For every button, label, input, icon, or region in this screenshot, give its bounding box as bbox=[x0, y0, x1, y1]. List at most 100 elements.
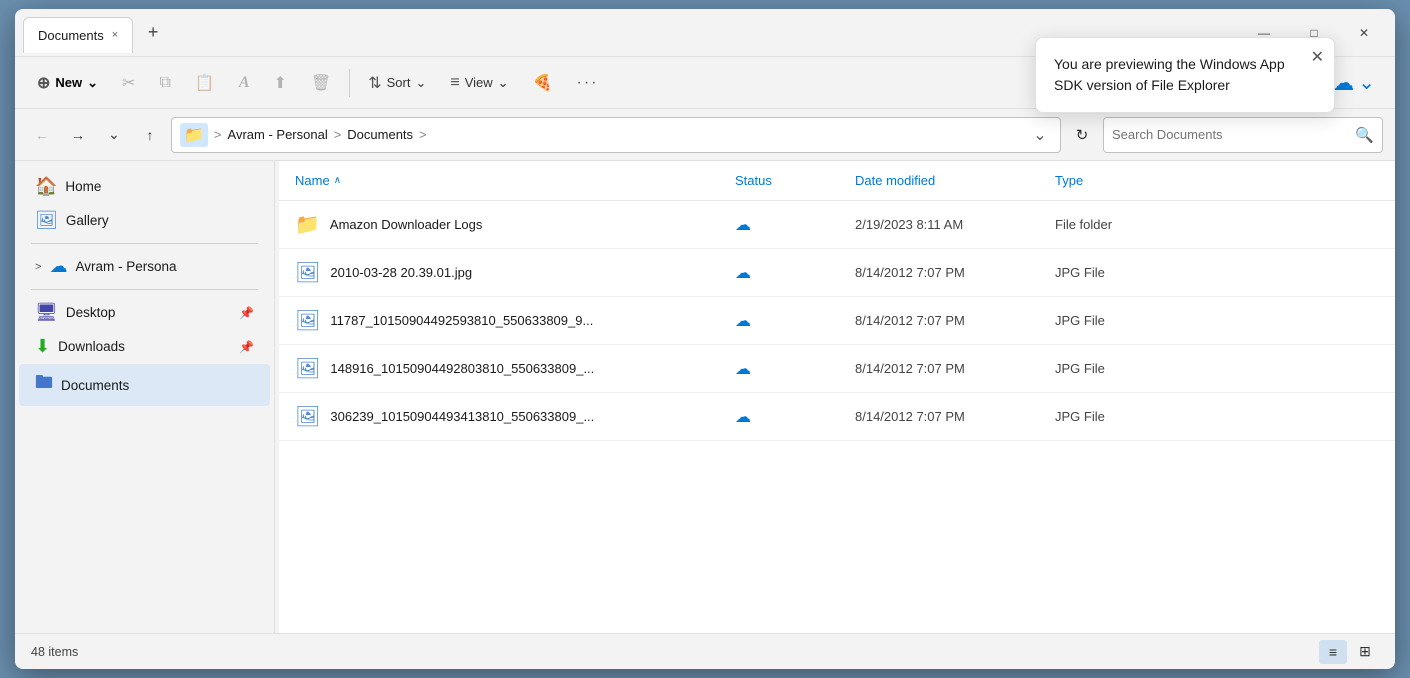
sidebar-item-avram[interactable]: > ☁ Avram - Persona bbox=[19, 250, 270, 283]
file-type: JPG File bbox=[1055, 265, 1379, 280]
search-icon[interactable]: 🔍 bbox=[1355, 126, 1374, 144]
sort-label: Sort bbox=[387, 75, 411, 90]
file-date: 8/14/2012 7:07 PM bbox=[855, 265, 1055, 280]
address-bar[interactable]: 📁 > Avram - Personal > Documents > ⌄ bbox=[171, 117, 1061, 153]
sidebar-item-downloads[interactable]: ⬇ Downloads 📌 bbox=[19, 330, 270, 363]
cloud-drive-icon: ☁ bbox=[49, 256, 67, 277]
breadcrumb-avram[interactable]: Avram - Personal bbox=[228, 127, 328, 142]
more-icon: ··· bbox=[576, 74, 598, 92]
address-dropdown-button[interactable]: ⌄ bbox=[1028, 123, 1052, 147]
item-count: 48 items bbox=[31, 645, 78, 659]
table-row[interactable]: 📁 Amazon Downloader Logs ☁ 2/19/2023 8:1… bbox=[279, 201, 1395, 249]
file-type: JPG File bbox=[1055, 313, 1379, 328]
view-label: View bbox=[465, 75, 493, 90]
file-list: 📁 Amazon Downloader Logs ☁ 2/19/2023 8:1… bbox=[279, 201, 1395, 633]
home-icon: 🏠 bbox=[35, 176, 57, 197]
search-bar: 🔍 bbox=[1103, 117, 1383, 153]
sidebar-separator-2 bbox=[31, 289, 258, 290]
file-name: Amazon Downloader Logs bbox=[330, 217, 482, 232]
sidebar-desktop-label: Desktop bbox=[66, 305, 116, 320]
sidebar-item-documents[interactable]: 🖿 Documents bbox=[19, 364, 270, 406]
image-icon: 🖼 bbox=[295, 356, 320, 381]
list-view-button[interactable]: ≡ bbox=[1319, 640, 1347, 664]
cloud-icon: ☁ bbox=[1332, 70, 1354, 96]
cloud-status-icon: ☁ bbox=[735, 263, 751, 283]
tiles-view-button[interactable]: ⊞ bbox=[1351, 640, 1379, 664]
new-tab-button[interactable]: + bbox=[137, 17, 169, 49]
rename-button[interactable]: A bbox=[229, 68, 260, 98]
cut-icon: ✂ bbox=[122, 73, 135, 93]
column-name[interactable]: Name ∧ bbox=[295, 173, 735, 188]
cloud-status-icon: ☁ bbox=[735, 359, 751, 379]
copy-button[interactable]: ⧉ bbox=[149, 68, 180, 98]
tab-close-button[interactable]: × bbox=[112, 29, 118, 41]
view-button[interactable]: ≡ View ⌄ bbox=[440, 68, 518, 98]
paste-button[interactable]: 📋 bbox=[185, 67, 225, 99]
table-row[interactable]: 🖼 11787_10150904492593810_550633809_9...… bbox=[279, 297, 1395, 345]
paste-icon: 📋 bbox=[195, 73, 215, 93]
new-dropdown-icon: ⌄ bbox=[87, 75, 98, 91]
sort-dropdown-icon: ⌄ bbox=[415, 75, 426, 91]
tree-arrow-avram: > bbox=[35, 261, 41, 273]
refresh-button[interactable]: ↻ bbox=[1067, 120, 1097, 150]
view-toggle: ≡ ⊞ bbox=[1319, 640, 1379, 664]
delete-icon: 🗑 bbox=[311, 73, 331, 93]
documents-icon: 🖿 bbox=[35, 370, 53, 400]
tooltip-close-button[interactable]: ✕ bbox=[1311, 46, 1324, 70]
sidebar-item-desktop[interactable]: 🖥 Desktop 📌 bbox=[19, 296, 270, 329]
pin-icon-desktop: 📌 bbox=[239, 306, 254, 320]
sidebar-downloads-label: Downloads bbox=[58, 339, 125, 354]
search-input[interactable] bbox=[1112, 127, 1349, 142]
pizza-icon: 🍕 bbox=[533, 73, 553, 93]
more-button[interactable]: ··· bbox=[566, 68, 608, 98]
toolbar-separator-1 bbox=[349, 69, 350, 97]
column-status[interactable]: Status bbox=[735, 173, 855, 188]
cut-button[interactable]: ✂ bbox=[112, 67, 145, 99]
column-date[interactable]: Date modified bbox=[855, 173, 1055, 188]
sidebar-item-home[interactable]: 🏠 Home bbox=[19, 170, 270, 203]
breadcrumb-sep-1: > bbox=[214, 127, 222, 142]
status-bar: 48 items ≡ ⊞ bbox=[15, 633, 1395, 669]
sidebar-item-gallery[interactable]: 🖼 Gallery bbox=[19, 204, 270, 237]
file-date: 8/14/2012 7:07 PM bbox=[855, 313, 1055, 328]
image-icon: 🖼 bbox=[295, 308, 320, 333]
history-dropdown-button[interactable]: ⌄ bbox=[99, 120, 129, 150]
sort-button[interactable]: ⇅ Sort ⌄ bbox=[358, 67, 436, 99]
main-area: 🏠 Home 🖼 Gallery > ☁ Avram - Persona 🖥 D… bbox=[15, 161, 1395, 633]
close-button[interactable]: ✕ bbox=[1341, 17, 1387, 49]
pizza-button[interactable]: 🍕 bbox=[523, 67, 563, 99]
tooltip-text: You are previewing the Windows App SDK v… bbox=[1054, 56, 1285, 93]
file-status-cell: ☁ bbox=[735, 359, 855, 379]
share-icon: ⬆ bbox=[273, 73, 286, 93]
column-type[interactable]: Type bbox=[1055, 173, 1379, 188]
delete-button[interactable]: 🗑 bbox=[301, 67, 341, 99]
file-date: 2/19/2023 8:11 AM bbox=[855, 217, 1055, 232]
column-name-label: Name bbox=[295, 173, 330, 188]
table-row[interactable]: 🖼 306239_10150904493413810_550633809_...… bbox=[279, 393, 1395, 441]
new-button[interactable]: ⊕ New ⌄ bbox=[27, 67, 108, 99]
cloud-status-icon: ☁ bbox=[735, 407, 751, 427]
file-area: Name ∧ Status Date modified Type 📁 bbox=[279, 161, 1395, 633]
up-button[interactable]: ↑ bbox=[135, 120, 165, 150]
forward-button[interactable]: → bbox=[63, 120, 93, 150]
share-button[interactable]: ⬆ bbox=[263, 67, 296, 99]
view-dropdown-icon: ⌄ bbox=[498, 75, 509, 91]
cloud-status-icon: ☁ bbox=[735, 311, 751, 331]
address-bar-row: ← → ⌄ ↑ 📁 > Avram - Personal > Documents… bbox=[15, 109, 1395, 161]
gallery-icon: 🖼 bbox=[35, 210, 58, 231]
file-status-cell: ☁ bbox=[735, 407, 855, 427]
file-name: 11787_10150904492593810_550633809_9... bbox=[330, 313, 593, 328]
file-name: 148916_10150904492803810_550633809_... bbox=[330, 361, 594, 376]
active-tab[interactable]: Documents × bbox=[23, 17, 133, 53]
title-bar: Documents × + ✕ You are previewing the W… bbox=[15, 9, 1395, 57]
desktop-icon: 🖥 bbox=[35, 302, 58, 323]
back-button[interactable]: ← bbox=[27, 120, 57, 150]
table-row[interactable]: 🖼 148916_10150904492803810_550633809_...… bbox=[279, 345, 1395, 393]
breadcrumb-sep-3: > bbox=[419, 127, 427, 142]
table-row[interactable]: 🖼 2010-03-28 20.39.01.jpg ☁ 8/14/2012 7:… bbox=[279, 249, 1395, 297]
breadcrumb-documents[interactable]: Documents bbox=[347, 127, 413, 142]
copy-icon: ⧉ bbox=[159, 74, 170, 92]
folder-icon: 📁 bbox=[295, 212, 320, 237]
file-status-cell: ☁ bbox=[735, 311, 855, 331]
view-icon: ≡ bbox=[450, 74, 459, 92]
